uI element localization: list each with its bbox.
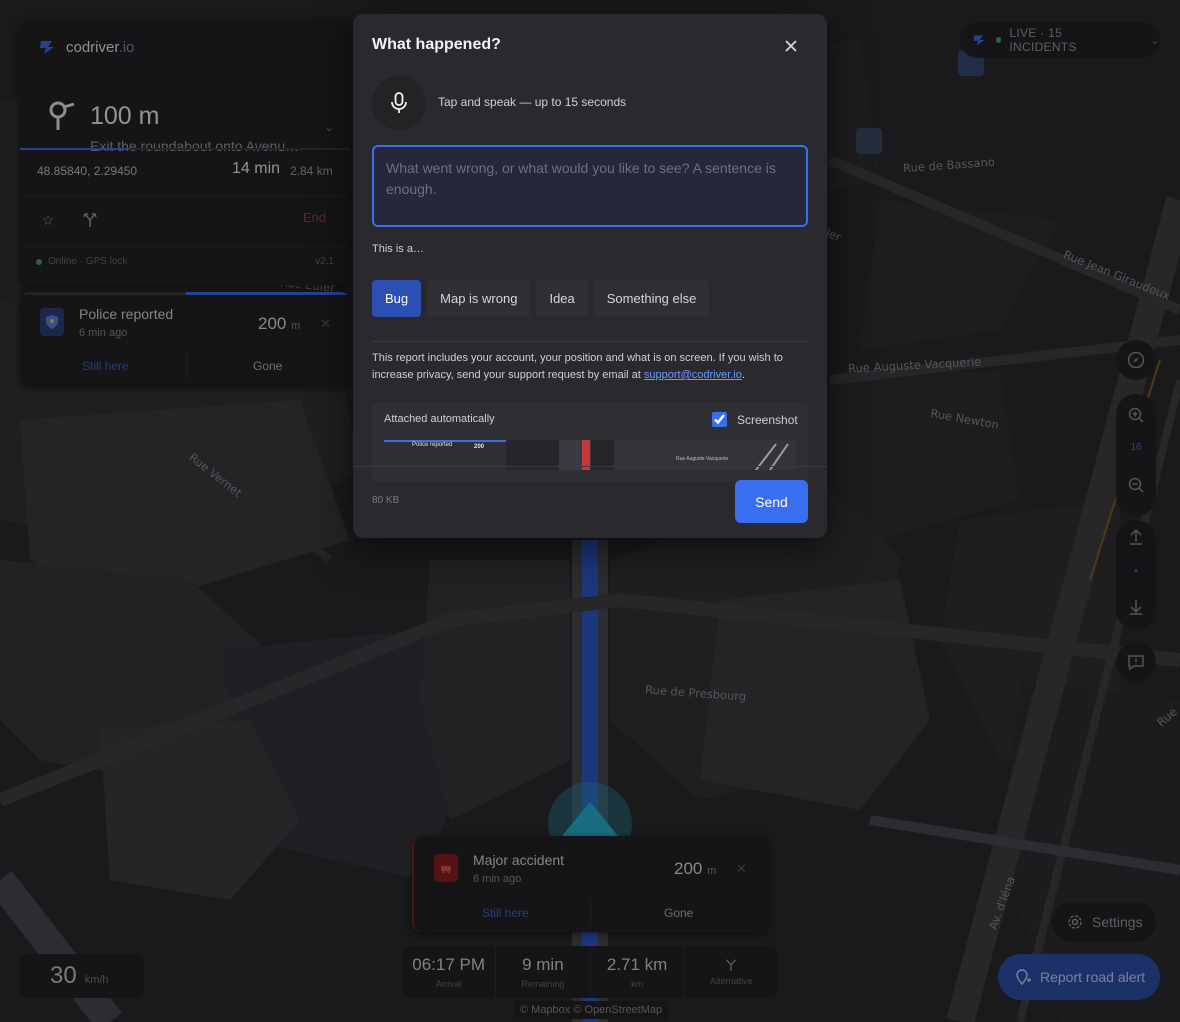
thumbnail-street: Rue Auguste Vacquerie bbox=[676, 456, 729, 462]
type-chip-bug[interactable]: Bug bbox=[372, 280, 422, 317]
close-icon[interactable] bbox=[781, 36, 801, 56]
support-email-link[interactable]: support@codriver.io bbox=[644, 369, 742, 381]
report-type-label: This is a… bbox=[372, 243, 424, 255]
divider bbox=[353, 466, 827, 467]
dialog-title: What happened? bbox=[372, 36, 501, 53]
send-button[interactable]: Send bbox=[735, 480, 808, 523]
microphone-icon bbox=[391, 92, 407, 113]
thumbnail-title: Police reported bbox=[412, 442, 453, 448]
thumbnail-distance: 200 bbox=[474, 444, 485, 450]
screenshot-checkbox[interactable] bbox=[712, 412, 727, 427]
feedback-text-input[interactable] bbox=[372, 145, 808, 227]
type-chip-idea[interactable]: Idea bbox=[536, 280, 588, 317]
report-type-selector: Bug Map is wrong Idea Something else bbox=[372, 280, 710, 317]
app-root: Rue de Bassano Rue Jean Giraudoux Rue Au… bbox=[0, 0, 1180, 1022]
attachments-section: Attached automatically Screenshot Police… bbox=[372, 402, 808, 482]
feedback-dialog: What happened? Tap and speak — up to 15 … bbox=[353, 14, 827, 538]
privacy-end: . bbox=[741, 369, 745, 381]
privacy-notice: This report includes your account, your … bbox=[372, 350, 808, 384]
voice-record-button[interactable] bbox=[372, 76, 426, 130]
screenshot-label[interactable]: Screenshot bbox=[737, 413, 798, 427]
divider bbox=[372, 341, 808, 342]
voice-hint: Tap and speak — up to 15 seconds bbox=[438, 95, 627, 109]
type-chip-map-wrong[interactable]: Map is wrong bbox=[427, 280, 531, 317]
attachment-size: 80 KB bbox=[372, 495, 400, 506]
type-chip-something-else[interactable]: Something else bbox=[593, 280, 710, 317]
attachments-label: Attached automatically bbox=[384, 413, 495, 425]
